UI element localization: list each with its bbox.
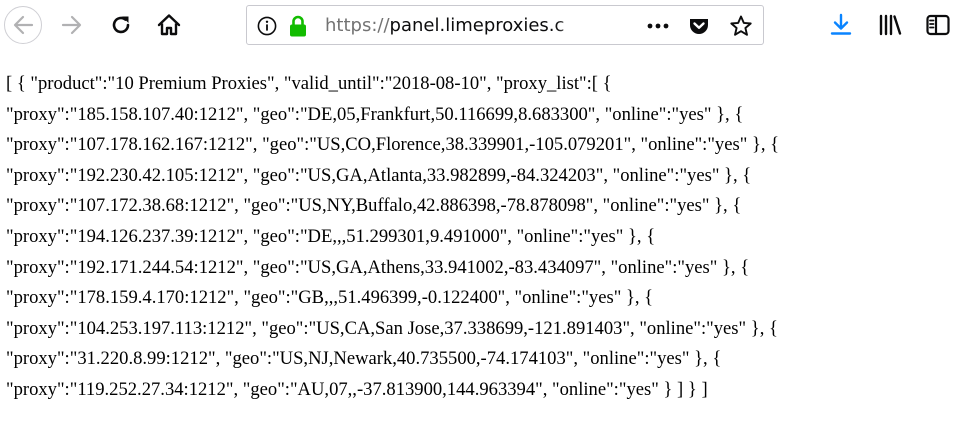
back-arrow-icon (13, 15, 34, 35)
json-line: "proxy":"178.159.4.170:1212", "geo":"GB,… (6, 287, 654, 309)
json-line: "proxy":"192.171.244.54:1212", "geo":"US… (6, 256, 750, 278)
sidebar-icon (926, 14, 950, 36)
json-line: "proxy":"185.158.107.40:1212", "geo":"DE… (6, 103, 744, 125)
json-line: "proxy":"107.172.38.68:1212", "geo":"US,… (6, 195, 742, 217)
json-line: "proxy":"119.252.27.34:1212", "geo":"AU,… (6, 378, 708, 400)
download-button[interactable] (828, 12, 854, 38)
sidebar-button[interactable] (925, 12, 951, 38)
reload-icon (112, 16, 130, 34)
json-line: [ { "product":"10 Premium Proxies", "val… (6, 73, 612, 94)
pocket-icon[interactable] (688, 15, 710, 37)
url-subdomain: panel. (389, 15, 446, 36)
url-domain: limeproxies.c (445, 15, 565, 36)
reload-button[interactable] (104, 8, 138, 42)
library-button[interactable] (877, 12, 903, 38)
back-button[interactable] (4, 6, 42, 44)
browser-toolbar: https://panel.limeproxies.c (0, 0, 959, 52)
json-line: "proxy":"104.253.197.113:1212", "geo":"U… (6, 317, 778, 339)
star-icon[interactable] (729, 14, 753, 38)
json-line: "proxy":"194.126.237.39:1212", "geo":"DE… (6, 225, 656, 247)
url-bar[interactable]: https://panel.limeproxies.c (246, 5, 764, 45)
json-line: "proxy":"192.230.42.105:1212", "geo":"US… (6, 164, 752, 186)
more-icon[interactable] (645, 16, 671, 36)
forward-button[interactable] (55, 8, 89, 42)
home-button[interactable] (152, 8, 186, 42)
download-icon (830, 13, 852, 35)
json-document: [ { "product":"10 Premium Proxies", "val… (6, 69, 959, 406)
home-icon (157, 14, 181, 36)
info-icon[interactable] (257, 16, 277, 36)
forward-arrow-icon (61, 15, 82, 35)
lock-icon[interactable] (289, 15, 307, 37)
json-line: "proxy":"31.220.8.99:1212", "geo":"US,NJ… (6, 348, 722, 370)
library-icon (879, 14, 902, 36)
url-scheme: https:// (325, 15, 390, 36)
url-text[interactable]: https://panel.limeproxies.c (325, 14, 587, 38)
json-line: "proxy":"107.178.162.167:1212", "geo":"U… (6, 134, 780, 156)
